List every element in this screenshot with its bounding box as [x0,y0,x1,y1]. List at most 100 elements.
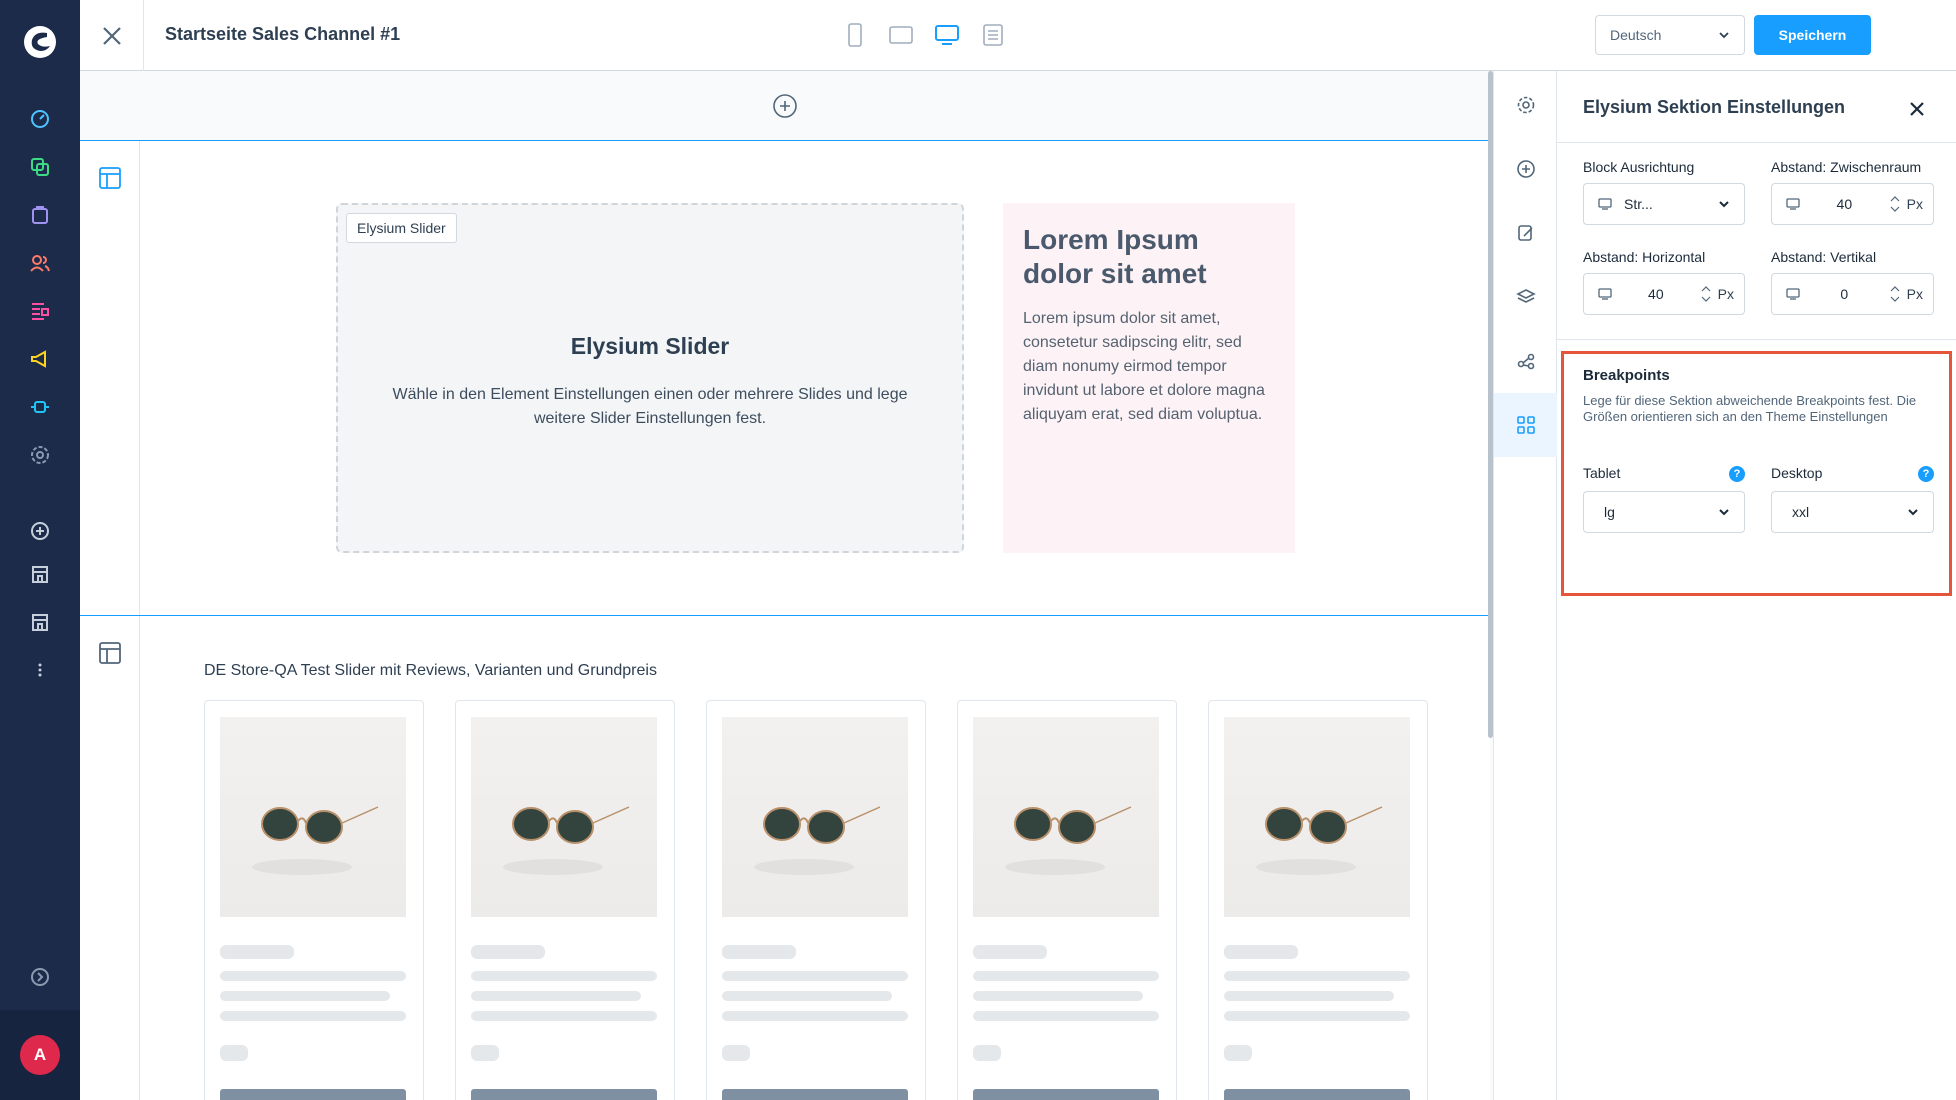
skeleton-line [1224,945,1298,959]
product-card[interactable] [455,700,675,1100]
text-block-heading: Lorem Ipsum dolor sit amet [1023,224,1207,289]
blocks-icon [1516,416,1535,434]
section-gutter [80,141,140,615]
content-icon[interactable] [27,298,53,324]
close-panel-icon[interactable] [1907,99,1927,119]
customers-icon[interactable] [27,250,53,276]
divider [1557,339,1956,340]
user-avatar[interactable]: A [20,1035,60,1075]
add-section-row [80,71,1490,141]
skeleton-line [973,1011,1159,1021]
product-card[interactable] [204,700,424,1100]
skeleton-line [471,1011,657,1021]
tab-layers[interactable] [1494,265,1557,329]
elysium-slider-block[interactable]: Elysium Slider Elysium Slider Wähle in d… [336,203,964,553]
tab-section-settings[interactable] [1494,393,1557,457]
gap-stepper[interactable] [1889,196,1901,212]
close-editor-button[interactable] [80,0,144,71]
desktop-icon [1598,288,1612,300]
horizontal-input[interactable]: 40 Px [1583,273,1745,315]
skeleton-line [220,1045,248,1061]
vertical-input[interactable]: 0 Px [1771,273,1934,315]
tablet-view-button[interactable] [888,22,914,48]
horizontal-stepper[interactable] [1700,286,1712,302]
skeleton-line [220,991,390,1001]
horizontal-unit: Px [1717,286,1734,302]
section-hero[interactable]: Elysium Slider Elysium Slider Wähle in d… [80,141,1490,616]
share-icon [1517,353,1534,370]
tablet-help-icon[interactable]: ? [1729,466,1745,482]
settings-icon[interactable] [27,442,53,468]
block-alignment-value: Str... [1624,196,1653,212]
gap-input[interactable]: 40 Px [1771,183,1934,225]
language-select[interactable]: Deutsch [1595,15,1745,55]
skeleton-line [973,1045,1001,1061]
desktop-view-button[interactable] [934,22,960,48]
desktop-breakpoint-select[interactable]: xxl [1771,491,1934,533]
orders-icon[interactable] [27,202,53,228]
skeleton-line [220,1011,406,1021]
extensions-icon[interactable] [27,394,53,420]
breakpoints-description: Lege für diese Sektion abweichende Break… [1583,393,1917,424]
tab-add-block[interactable] [1494,137,1557,201]
add-section-icon[interactable] [772,93,798,119]
tablet-label: Tablet [1583,465,1621,481]
tab-share[interactable] [1494,329,1557,393]
vertical-stepper[interactable] [1889,286,1901,302]
page-title: Startseite Sales Channel #1 [165,24,401,44]
skeleton-line [1224,971,1410,981]
skeleton-line [973,971,1159,981]
desktop-help-icon[interactable]: ? [1918,466,1934,482]
block-alignment-select[interactable]: Str... [1583,183,1745,225]
save-button[interactable]: Speichern [1754,15,1871,55]
skeleton-line [973,991,1143,1001]
block-alignment-label: Block Ausrichtung [1583,159,1695,175]
product-card[interactable] [1208,700,1428,1100]
product-buy-button[interactable] [1224,1089,1410,1100]
product-buy-button[interactable] [471,1089,657,1100]
skeleton-line [722,991,892,1001]
product-buy-button[interactable] [220,1089,406,1100]
skeleton-line [1224,1011,1410,1021]
text-block-body: Lorem ipsum dolor sit amet, consetetur s… [1023,310,1265,423]
breakpoints-title: Breakpoints [1583,367,1670,384]
desktop-breakpoint-value: xxl [1792,504,1810,520]
storefront-2-icon[interactable] [27,609,53,635]
horizontal-label: Abstand: Horizontal [1583,249,1706,265]
gap-value: 40 [1836,196,1853,212]
skeleton-line [722,945,796,959]
tablet-breakpoint-select[interactable]: lg [1583,491,1745,533]
dashboard-icon[interactable] [27,106,53,132]
add-sales-channel-icon[interactable] [27,518,53,544]
product-card[interactable] [706,700,926,1100]
section-gutter [80,616,140,1100]
product-buy-button[interactable] [722,1089,908,1100]
tablet-breakpoint-value: lg [1604,504,1615,520]
product-buy-button[interactable] [973,1089,1159,1100]
section-layout-icon[interactable] [97,640,123,666]
device-switcher [842,22,1006,48]
product-card[interactable] [957,700,1177,1100]
vertical-unit: Px [1906,286,1923,302]
more-icon[interactable] [27,657,53,683]
shopware-logo-icon[interactable] [20,22,60,62]
structure-view-button[interactable] [980,22,1006,48]
desktop-icon [1786,198,1800,210]
editor-canvas: Elysium Slider Elysium Slider Wähle in d… [80,71,1490,1100]
chevron-down-icon [1719,32,1729,39]
catalogues-icon[interactable] [27,154,53,180]
tab-edit[interactable] [1494,201,1557,265]
skeleton-line [471,1045,499,1061]
storefront-icon[interactable] [27,561,53,587]
desktop-icon [935,25,959,45]
list-icon [983,24,1003,46]
text-block[interactable]: Lorem Ipsum dolor sit amet Lorem ipsum d… [1003,203,1295,553]
skeleton-line [1224,991,1394,1001]
collapse-sidebar-icon[interactable] [27,964,53,990]
section-layout-icon[interactable] [97,165,123,191]
mobile-view-button[interactable] [842,22,868,48]
marketing-icon[interactable] [27,346,53,372]
product-image [220,717,406,917]
section-product-slider[interactable]: DE Store-QA Test Slider mit Reviews, Var… [80,616,1490,1100]
tab-settings[interactable] [1494,73,1557,137]
